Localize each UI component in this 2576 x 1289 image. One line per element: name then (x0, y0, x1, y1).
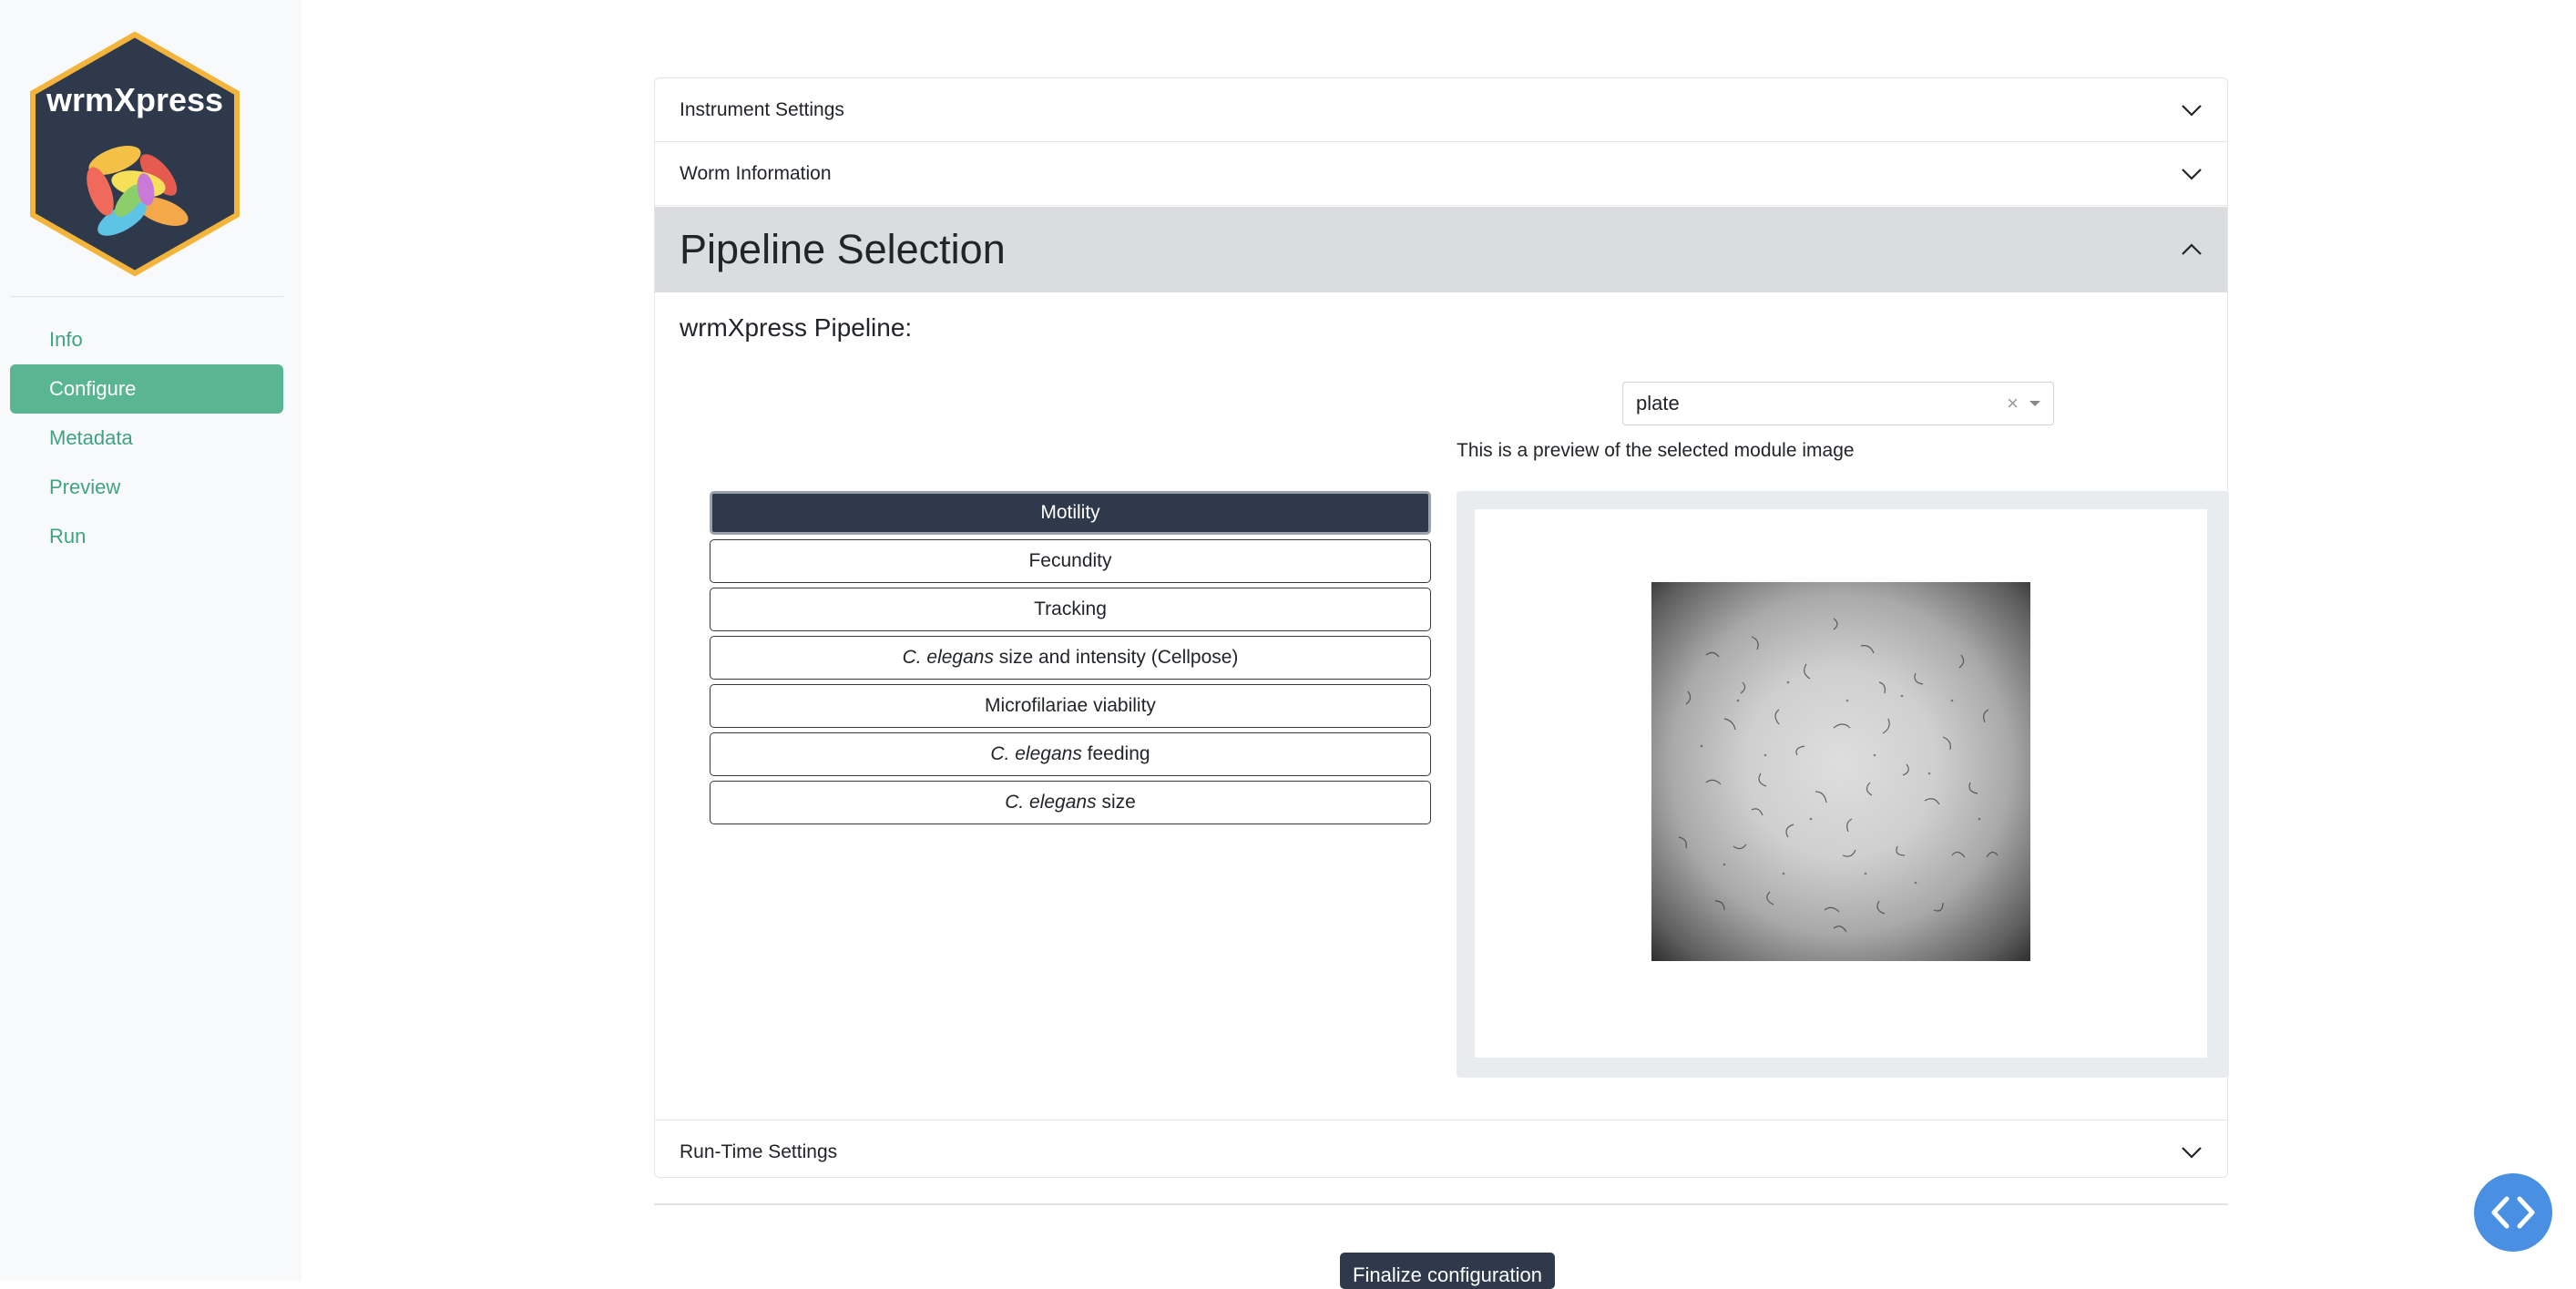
preview-frame (1475, 509, 2207, 1058)
module-label: Microfilariae viability (985, 695, 1156, 716)
module-image-select[interactable]: plate × (1622, 382, 2054, 425)
logo-wordmark: wrmXpress (46, 81, 223, 118)
module-button-cellpose[interactable]: C. elegans size and intensity (Cellpose) (710, 636, 1431, 680)
sidebar-item-configure[interactable]: Configure (10, 364, 283, 414)
chevron-down-icon (2180, 1141, 2203, 1164)
module-label-italic: C. elegans (990, 743, 1082, 764)
accordion-worm-information[interactable]: Worm Information (655, 142, 2227, 206)
module-label: Fecundity (1028, 550, 1112, 571)
module-label-italic: C. elegans (1005, 792, 1097, 813)
module-label-italic: C. elegans (902, 647, 994, 668)
accordion-instrument-settings[interactable]: Instrument Settings (655, 78, 2227, 142)
module-preview-image (1651, 582, 2030, 961)
module-preview-panel (1457, 491, 2229, 1078)
module-button-feeding[interactable]: C. elegans feeding (710, 732, 1431, 776)
chevron-down-icon (2180, 162, 2203, 186)
accordion-title: Worm Information (680, 163, 832, 184)
configuration-accordion: Instrument Settings Worm Information Pip… (654, 77, 2229, 1178)
wrmxpress-logo: wrmXpress (27, 31, 242, 277)
accordion-pipeline-selection[interactable]: Pipeline Selection (655, 207, 2227, 292)
caret-down-icon[interactable] (2029, 401, 2040, 406)
accordion-title: Pipeline Selection (680, 226, 1006, 272)
module-label: Motility (1040, 502, 1100, 523)
accordion-title: Instrument Settings (680, 99, 844, 120)
pipeline-label: wrmXpress Pipeline: (680, 313, 913, 342)
module-button-tracking[interactable]: Tracking (710, 588, 1431, 631)
code-brackets-icon[interactable] (2474, 1173, 2552, 1252)
accordion-runtime-settings[interactable]: Run-Time Settings (655, 1120, 2227, 1183)
sidebar-nav: Info Configure Metadata Preview Run (10, 315, 283, 561)
sidebar-divider (10, 296, 283, 297)
module-label: size (1096, 792, 1136, 813)
module-label: feeding (1081, 743, 1150, 764)
clear-icon[interactable]: × (2007, 383, 2019, 425)
chevron-down-icon (2180, 98, 2203, 122)
select-value: plate (1636, 392, 1680, 414)
footer-divider (654, 1203, 2228, 1205)
module-button-mf-viability[interactable]: Microfilariae viability (710, 684, 1431, 728)
module-button-motility[interactable]: Motility (710, 491, 1431, 535)
module-label: Tracking (1034, 598, 1107, 619)
module-label: size and intensity (Cellpose) (993, 647, 1239, 668)
sidebar: wrmXpress Info Configure Metadata Previe… (0, 0, 302, 1281)
module-button-group: Motility Fecundity Tracking C. elegans s… (710, 491, 1431, 829)
accordion-title: Run-Time Settings (680, 1141, 838, 1162)
preview-caption: This is a preview of the selected module… (1457, 440, 1855, 461)
module-button-size[interactable]: C. elegans size (710, 781, 1431, 824)
module-button-fecundity[interactable]: Fecundity (710, 539, 1431, 583)
sidebar-item-preview[interactable]: Preview (10, 463, 283, 512)
sidebar-item-run[interactable]: Run (10, 512, 283, 561)
chevron-up-icon (2180, 238, 2203, 261)
sidebar-item-metadata[interactable]: Metadata (10, 414, 283, 463)
finalize-configuration-button[interactable]: Finalize configuration (1340, 1253, 1555, 1289)
sidebar-item-info[interactable]: Info (10, 315, 283, 364)
